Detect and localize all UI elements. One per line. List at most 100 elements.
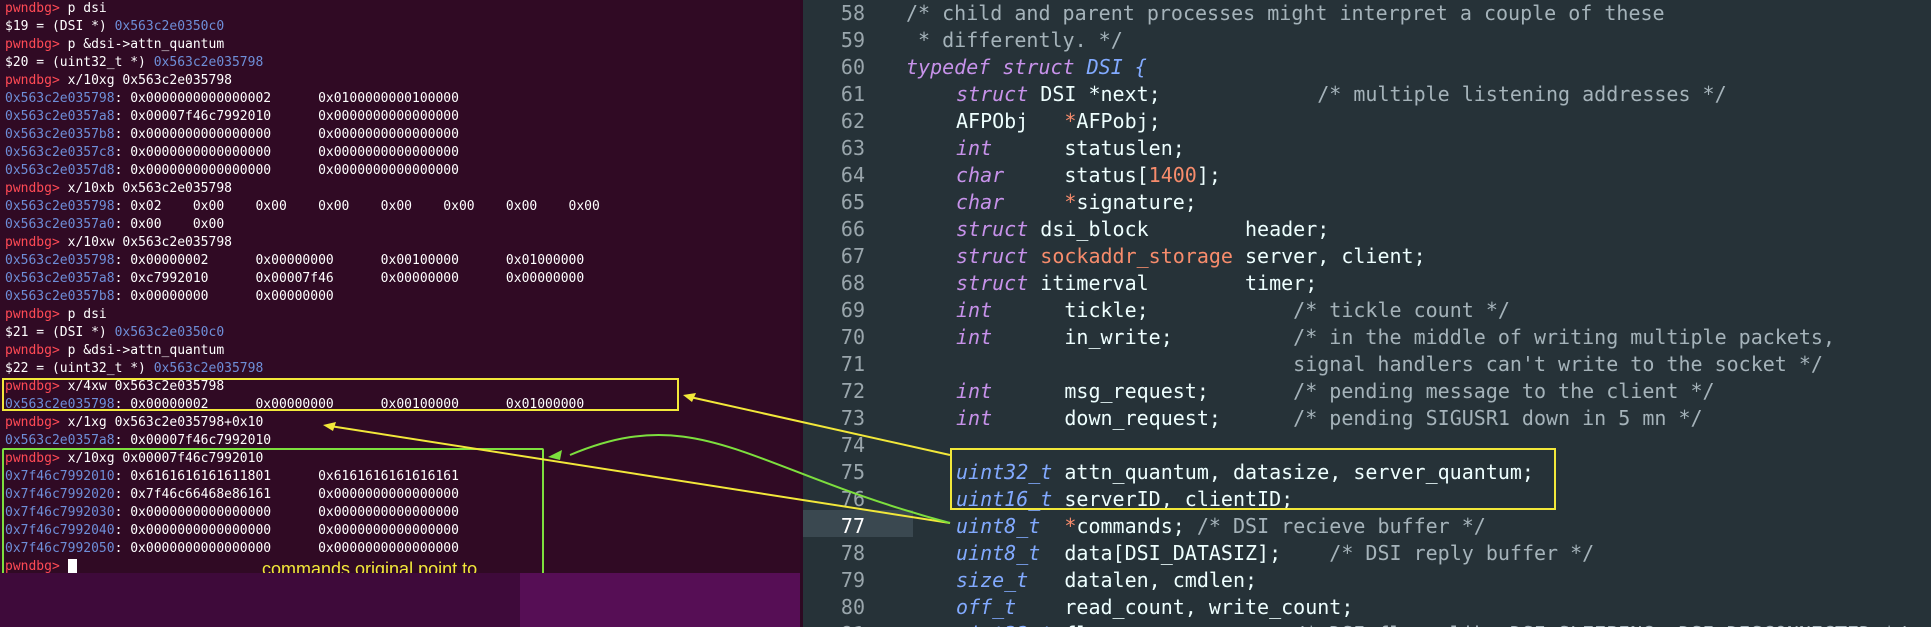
terminal-memory-dump: : 0x00000000 0x00000000 (114, 289, 334, 304)
code-line[interactable]: 81 uint32_t flags; /* DSI flags like DSI_… (803, 621, 1931, 627)
terminal-command-line: pwndbg> x/10xg 0x563c2e035798 (5, 72, 232, 90)
code-line[interactable]: 66 struct dsi_block header; (803, 216, 1931, 243)
code-line[interactable]: 69 int tickle; /* tickle count */ (803, 297, 1931, 324)
terminal-prompt: pwndbg> (5, 415, 68, 430)
code-token: * (1064, 109, 1077, 133)
line-number: 81 (803, 621, 865, 627)
code-text: int statuslen; (956, 135, 1185, 162)
code-token: int (956, 325, 993, 349)
code-text: AFPObj *AFPobj; (956, 108, 1161, 135)
code-token: uint8_t (956, 541, 1041, 565)
code-line[interactable]: 71 signal handlers can't write to the so… (803, 351, 1931, 378)
code-text: * differently. */ (906, 27, 1123, 54)
code-text: int in_write; /* in the middle of writin… (956, 324, 1835, 351)
line-number: 66 (840, 217, 865, 241)
code-token: /* multiple listening addresses */ (1317, 82, 1727, 106)
line-number: 76 (840, 487, 865, 511)
terminal-output-line: 0x563c2e035798: 0x02 0x00 0x00 0x00 0x00… (5, 198, 600, 216)
code-line[interactable]: 80 off_t read_count, write_count; (803, 594, 1931, 621)
terminal-address: 0x563c2e035798 (153, 361, 264, 376)
code-line[interactable]: 64 char status[1400]; (803, 162, 1931, 189)
code-text: char *signature; (956, 189, 1197, 216)
code-line[interactable]: 67 struct sockaddr_storage server, client… (803, 243, 1931, 270)
code-line[interactable]: 79 size_t datalen, cmdlen; (803, 567, 1931, 594)
terminal-command: x/1xg 0x563c2e035798+0x10 (67, 415, 264, 430)
code-text: struct DSI *next; /* multiple listening … (956, 81, 1727, 108)
terminal-address: 0x563c2e0357b8 (5, 289, 115, 304)
terminal-address: 0x563c2e0357a8 (5, 433, 115, 448)
terminal-output-line: 0x563c2e0357a0: 0x00 0x00 (5, 216, 224, 234)
code-text: uint8_t *commands; /* DSI recieve buffer… (956, 513, 1486, 540)
code-editor-pane[interactable]: 58 /* child and parent processes might in… (803, 0, 1931, 627)
code-line[interactable]: 63 int statuslen; (803, 135, 1931, 162)
line-number: 77 (840, 514, 865, 538)
terminal-memory-dump: : 0x00 0x00 (114, 217, 225, 232)
terminal-address: 0x563c2e035798 (5, 199, 115, 214)
terminal-value: $21 = (DSI *) (5, 325, 115, 340)
code-token: statuslen; (992, 136, 1185, 160)
code-token: * differently. */ (906, 28, 1123, 52)
code-token: /* DSI recieve buffer */ (1196, 514, 1486, 538)
code-token: signal handlers can't write to the socke… (956, 352, 1823, 376)
terminal-output-line: 0x563c2e0357a8: 0x00007f46c7992010 0x000… (5, 108, 459, 126)
line-number: 71 (840, 352, 865, 376)
line-number: 67 (840, 244, 865, 268)
terminal-memory-dump: : 0xc7992010 0x00007f46 0x00000000 0x000… (114, 271, 585, 286)
terminal-memory-dump: : 0x00000002 0x00000000 0x00100000 0x010… (114, 253, 585, 268)
code-text: size_t datalen, cmdlen; (956, 567, 1257, 594)
terminal-command-line: pwndbg> p &dsi->attn_quantum (5, 342, 224, 360)
terminal-command: x/10xb 0x563c2e035798 (67, 181, 232, 196)
line-number: 58 (840, 1, 865, 25)
code-token: int (956, 136, 993, 160)
terminal-command-line: pwndbg> x/1xg 0x563c2e035798+0x10 (5, 414, 263, 432)
terminal-command-line: pwndbg> p dsi (5, 0, 107, 18)
code-line[interactable]: 61 struct DSI *next; /* multiple listenin… (803, 81, 1931, 108)
terminal-command-line: pwndbg> x/10xw 0x563c2e035798 (5, 234, 232, 252)
terminal-output-line: 0x563c2e0357b8: 0x00000000 0x00000000 (5, 288, 334, 306)
code-token: in_write; (992, 325, 1294, 349)
terminal-output-line: 0x563c2e0357a8: 0xc7992010 0x00007f46 0x… (5, 270, 584, 288)
code-text: int msg_request; /* pending message to t… (956, 378, 1715, 405)
line-number: 80 (840, 595, 865, 619)
line-number: 62 (840, 109, 865, 133)
terminal-memory-dump: : 0x0000000000000000 0x0000000000000000 (114, 145, 459, 160)
code-token: char (956, 190, 1005, 214)
line-number: 78 (840, 541, 865, 565)
terminal-value: $19 = (DSI *) (5, 19, 115, 34)
code-text: uint32_t flags; /* DSI flags like DSI_SL… (956, 621, 1907, 627)
code-token: /* pending SIGUSR1 down in 5 mn */ (1293, 406, 1703, 430)
code-text: off_t read_count, write_count; (956, 594, 1353, 621)
code-token: ]; (1196, 163, 1221, 187)
code-line[interactable]: 65 char *signature; (803, 189, 1931, 216)
terminal-memory-dump: : 0x0000000000000000 0x0000000000000000 (114, 127, 459, 142)
terminal-command: x/10xg 0x563c2e035798 (67, 73, 232, 88)
code-token: down_request; (992, 406, 1294, 430)
code-token: AFPobj; (1076, 109, 1161, 133)
code-line[interactable]: 59 * differently. */ (803, 27, 1931, 54)
code-line[interactable]: 77 uint8_t *commands; /* DSI recieve buff… (803, 513, 1931, 540)
code-line[interactable]: 62 AFPObj *AFPobj; (803, 108, 1931, 135)
code-line[interactable]: 60 typedef struct DSI { (803, 54, 1931, 81)
code-text: struct dsi_block header; (956, 216, 1329, 243)
line-number: 68 (840, 271, 865, 295)
terminal-prompt: pwndbg> (5, 343, 68, 358)
terminal-prompt: pwndbg> (5, 307, 68, 322)
code-token: status[ (1004, 163, 1149, 187)
terminal-address: 0x563c2e0350c0 (114, 19, 225, 34)
code-line[interactable]: 72 int msg_request; /* pending message to… (803, 378, 1931, 405)
terminal-value: $20 = (uint32_t *) (5, 55, 154, 70)
code-token: struct (956, 244, 1029, 268)
terminal-address: 0x563c2e0350c0 (114, 325, 225, 340)
code-token: /* pending message to the client */ (1293, 379, 1715, 403)
terminal-pane[interactable]: pwndbg> p dsi $19 = (DSI *) 0x563c2e0350c… (0, 0, 800, 573)
code-line[interactable]: 78 uint8_t data[DSI_DATASIZ]; /* DSI repl… (803, 540, 1931, 567)
code-text: uint8_t data[DSI_DATASIZ]; /* DSI reply … (956, 540, 1594, 567)
code-line[interactable]: 73 int down_request; /* pending SIGUSR1 d… (803, 405, 1931, 432)
code-token: struct (956, 217, 1029, 241)
code-token: server, client; (1232, 244, 1426, 268)
code-line[interactable]: 68 struct itimerval timer; (803, 270, 1931, 297)
code-line[interactable]: 70 int in_write; /* in the middle of writ… (803, 324, 1931, 351)
code-line[interactable]: 58 /* child and parent processes might in… (803, 0, 1931, 27)
